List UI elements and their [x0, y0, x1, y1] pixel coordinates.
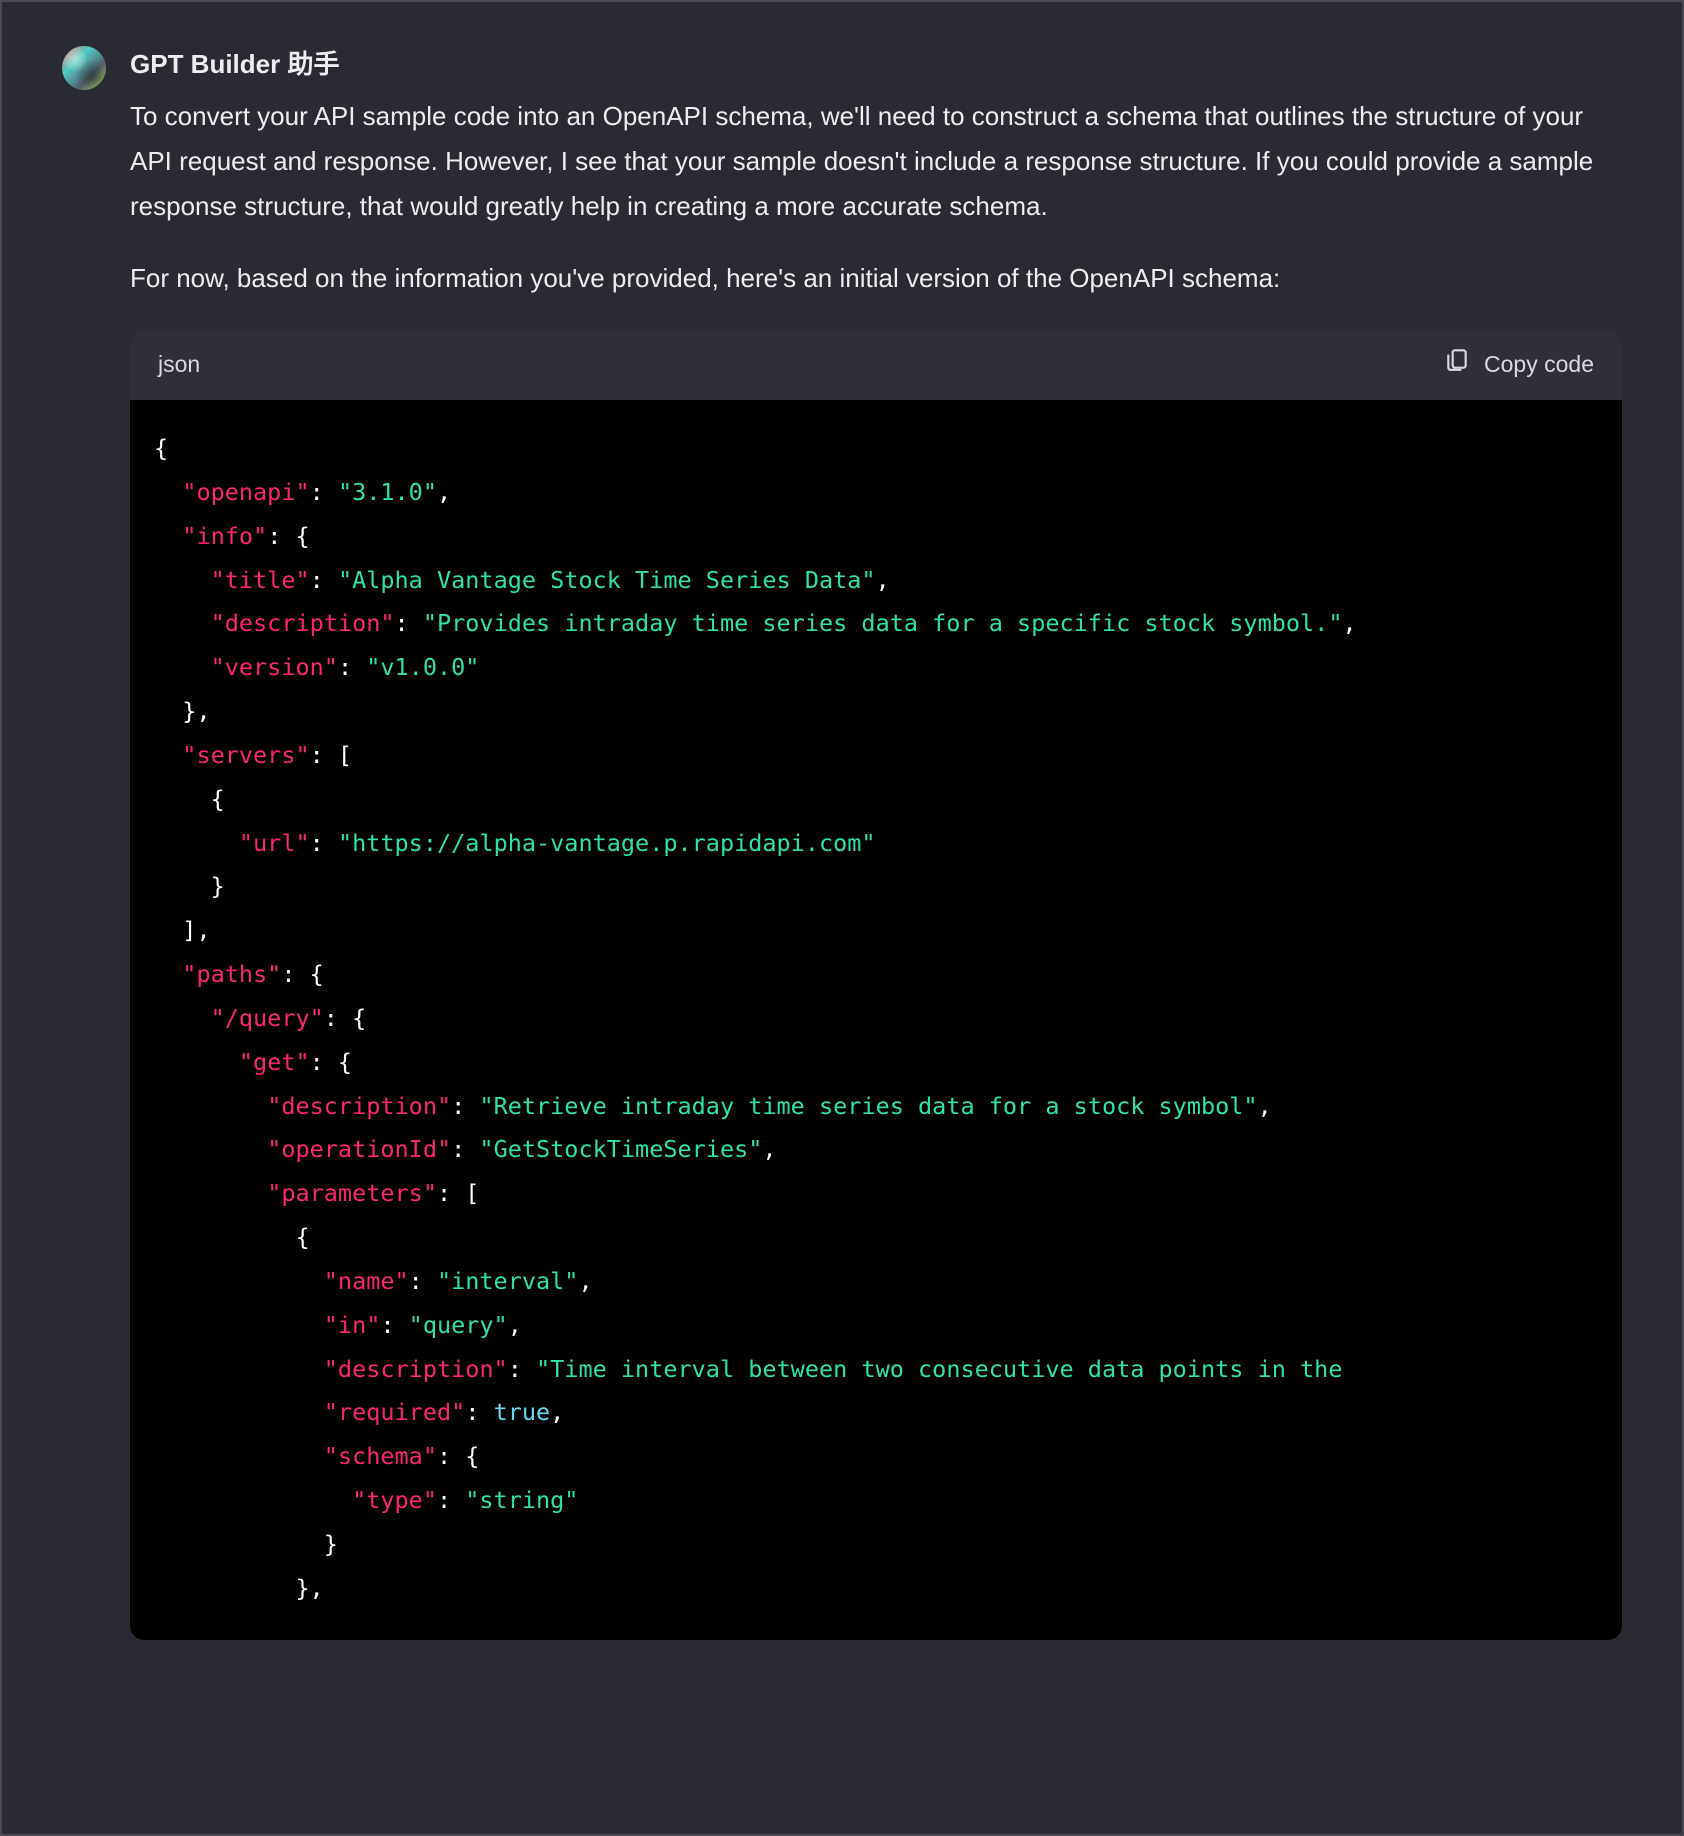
message-content: GPT Builder 助手 To convert your API sampl… [130, 42, 1622, 1640]
assistant-message: GPT Builder 助手 To convert your API sampl… [62, 42, 1622, 1640]
code-content[interactable]: { "openapi": "3.1.0", "info": { "title":… [130, 400, 1622, 1639]
author-name: GPT Builder 助手 [130, 42, 1622, 86]
message-paragraph: For now, based on the information you've… [130, 256, 1622, 301]
copy-code-button[interactable]: Copy code [1444, 345, 1594, 384]
copy-code-label: Copy code [1484, 345, 1594, 384]
code-block: json Copy code { "openapi": "3.1.0", "in… [130, 329, 1622, 1639]
code-header: json Copy code [130, 329, 1622, 400]
avatar [62, 46, 106, 90]
code-language-label: json [158, 345, 200, 384]
clipboard-icon [1444, 345, 1470, 384]
message-paragraph: To convert your API sample code into an … [130, 94, 1622, 228]
